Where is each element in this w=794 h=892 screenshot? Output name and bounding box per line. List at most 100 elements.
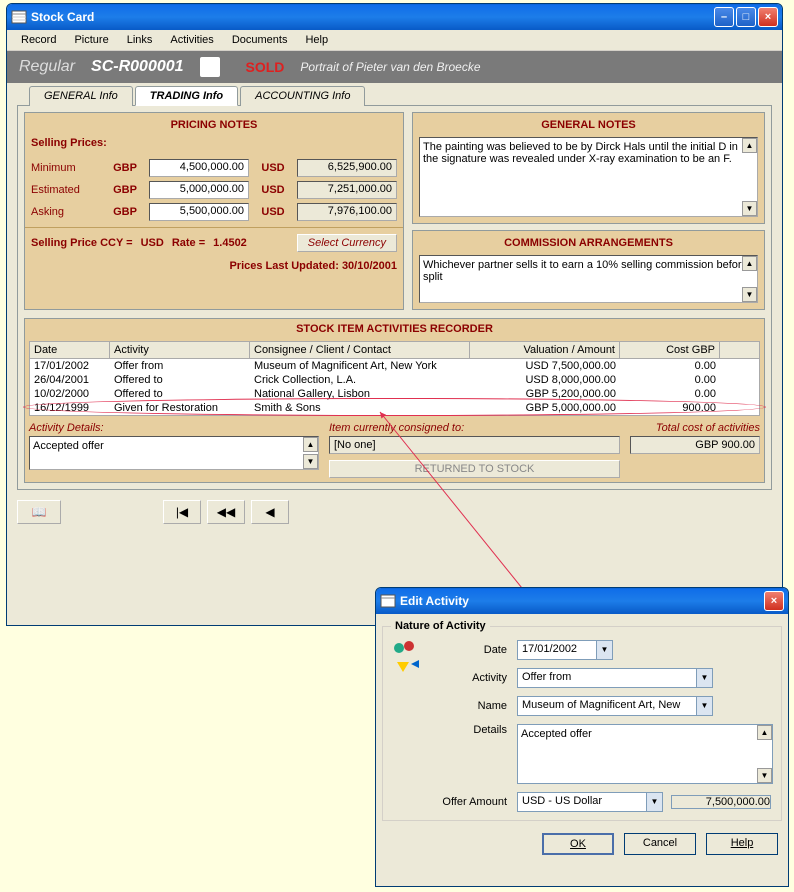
scroll-up-icon[interactable]: ▲ — [742, 256, 757, 271]
menu-links[interactable]: Links — [119, 32, 161, 48]
titlebar[interactable]: Stock Card – □ × — [7, 4, 782, 30]
nav-toolbar: 📖 |◀ ◀◀ ◀ — [7, 496, 782, 528]
name-combo[interactable]: Museum of Magnificent Art, New ▼ — [517, 696, 713, 716]
col-amount[interactable]: Valuation / Amount — [470, 342, 620, 358]
activity-input[interactable]: Offer from — [517, 668, 697, 688]
name-input[interactable]: Museum of Magnificent Art, New — [517, 696, 697, 716]
price-ask-gbp[interactable]: 5,500,000.00 — [149, 203, 249, 221]
help-button[interactable]: Help — [706, 833, 778, 855]
dialog-titlebar[interactable]: Edit Activity × — [376, 588, 788, 614]
menu-picture[interactable]: Picture — [66, 32, 116, 48]
dropdown-icon[interactable]: ▼ — [697, 668, 713, 688]
activity-combo[interactable]: Offer from ▼ — [517, 668, 713, 688]
price-ask-usd: 7,976,100.00 — [297, 203, 397, 221]
col-activity[interactable]: Activity — [110, 342, 250, 358]
activity-label: Activity — [429, 672, 517, 684]
table-row[interactable]: 17/01/2002 Offer from Museum of Magnific… — [30, 359, 759, 373]
menu-help[interactable]: Help — [297, 32, 336, 48]
total-cost-label: Total cost of activities — [630, 422, 760, 434]
back-button[interactable]: ◀ — [251, 500, 289, 524]
header-bar: Regular SC-R000001 SOLD Portrait of Piet… — [7, 51, 782, 83]
table-row[interactable]: 26/04/2001 Offered to Crick Collection, … — [30, 373, 759, 387]
stock-code: SC-R000001 — [91, 58, 184, 76]
dialog-title: Edit Activity — [400, 594, 764, 608]
activities-panel: STOCK ITEM ACTIVITIES RECORDER Date Acti… — [24, 318, 765, 483]
consigned-value: [No one] — [329, 436, 620, 454]
name-label: Name — [429, 700, 517, 712]
col-cost[interactable]: Cost GBP — [620, 342, 720, 358]
scroll-down-icon[interactable]: ▼ — [303, 454, 318, 469]
activities-title: STOCK ITEM ACTIVITIES RECORDER — [29, 323, 760, 335]
menu-documents[interactable]: Documents — [224, 32, 296, 48]
amount-label: Offer Amount — [429, 796, 517, 808]
cancel-button[interactable]: Cancel — [624, 833, 696, 855]
scroll-up-icon[interactable]: ▲ — [742, 138, 757, 153]
tab-general[interactable]: GENERAL Info — [29, 86, 133, 106]
details-label: Details — [429, 724, 517, 736]
general-notes-content: The painting was believed to be by Dirck… — [423, 141, 738, 165]
price-min-usd: 6,525,900.00 — [297, 159, 397, 177]
price-est-usd: 7,251,000.00 — [297, 181, 397, 199]
minimize-button[interactable]: – — [714, 7, 734, 27]
dropdown-icon[interactable]: ▼ — [697, 696, 713, 716]
date-combo[interactable]: 17/01/2002 ▼ — [517, 640, 613, 660]
pricing-panel: PRICING NOTES Selling Prices: Minimum GB… — [24, 112, 404, 310]
cell-date: 10/02/2000 — [30, 387, 110, 401]
table-row[interactable]: 16/12/1999 Given for Restoration Smith &… — [30, 401, 759, 415]
cell-cost: 0.00 — [620, 373, 720, 387]
details-value: Accepted offer — [521, 728, 592, 740]
scroll-up-icon[interactable]: ▲ — [303, 437, 318, 452]
activity-details-box[interactable]: Accepted offer ▲ ▼ — [29, 436, 319, 470]
scroll-down-icon[interactable]: ▼ — [757, 768, 772, 783]
price-ask-label: Asking — [31, 206, 101, 218]
dialog-icon — [380, 593, 396, 609]
stock-card-window: Stock Card – □ × Record Picture Links Ac… — [6, 3, 783, 626]
date-input[interactable]: 17/01/2002 — [517, 640, 597, 660]
commission-text[interactable]: Whichever partner sells it to earn a 10%… — [419, 255, 758, 303]
col-date[interactable]: Date — [30, 342, 110, 358]
cell-amount: GBP 5,200,000.00 — [470, 387, 620, 401]
dialog-close-button[interactable]: × — [764, 591, 784, 611]
tab-trading[interactable]: TRADING Info — [135, 86, 238, 106]
scroll-down-icon[interactable]: ▼ — [742, 201, 757, 216]
price-ask-ccy1: GBP — [107, 206, 143, 218]
price-min-ccy2: USD — [255, 162, 291, 174]
scroll-down-icon[interactable]: ▼ — [742, 287, 757, 302]
first-record-button[interactable]: |◀ — [163, 500, 201, 524]
tab-accounting[interactable]: ACCOUNTING Info — [240, 86, 365, 106]
price-min-gbp[interactable]: 4,500,000.00 — [149, 159, 249, 177]
general-notes-text[interactable]: The painting was believed to be by Dirck… — [419, 137, 758, 217]
dropdown-icon[interactable]: ▼ — [597, 640, 613, 660]
date-label: Date — [429, 644, 517, 656]
menu-activities[interactable]: Activities — [162, 32, 221, 48]
edit-activity-dialog: Edit Activity × Nature of Activity Date … — [375, 587, 789, 887]
details-textarea[interactable]: Accepted offer ▲ ▼ — [517, 724, 773, 784]
close-button[interactable]: × — [758, 7, 778, 27]
amount-ccy-combo[interactable]: USD - US Dollar ▼ — [517, 792, 663, 812]
updated-date: 30/10/2001 — [342, 260, 397, 272]
app-icon — [11, 9, 27, 25]
table-row[interactable]: 10/02/2000 Offered to National Gallery, … — [30, 387, 759, 401]
price-est-gbp[interactable]: 5,000,000.00 — [149, 181, 249, 199]
ok-button[interactable]: OK — [542, 833, 614, 855]
select-currency-button[interactable]: Select Currency — [297, 234, 397, 252]
price-min-label: Minimum — [31, 162, 101, 174]
book-icon[interactable]: 📖 — [17, 500, 61, 524]
cell-amount: USD 7,500,000.00 — [470, 359, 620, 373]
activities-body[interactable]: 17/01/2002 Offer from Museum of Magnific… — [29, 359, 760, 416]
price-est-ccy1: GBP — [107, 184, 143, 196]
menubar: Record Picture Links Activities Document… — [7, 30, 782, 51]
maximize-button[interactable]: □ — [736, 7, 756, 27]
scroll-up-icon[interactable]: ▲ — [757, 725, 772, 740]
cell-date: 17/01/2002 — [30, 359, 110, 373]
col-consignee[interactable]: Consignee / Client / Contact — [250, 342, 470, 358]
item-description: Portrait of Pieter van den Broecke — [300, 60, 480, 74]
cell-cost: 0.00 — [620, 387, 720, 401]
prev-record-button[interactable]: ◀◀ — [207, 500, 245, 524]
cell-activity: Offered to — [110, 373, 250, 387]
amount-input[interactable]: 7,500,000.00 — [671, 795, 771, 809]
menu-record[interactable]: Record — [13, 32, 64, 48]
amount-ccy-input[interactable]: USD - US Dollar — [517, 792, 647, 812]
dropdown-icon[interactable]: ▼ — [647, 792, 663, 812]
rate-value: 1.4502 — [213, 237, 247, 249]
